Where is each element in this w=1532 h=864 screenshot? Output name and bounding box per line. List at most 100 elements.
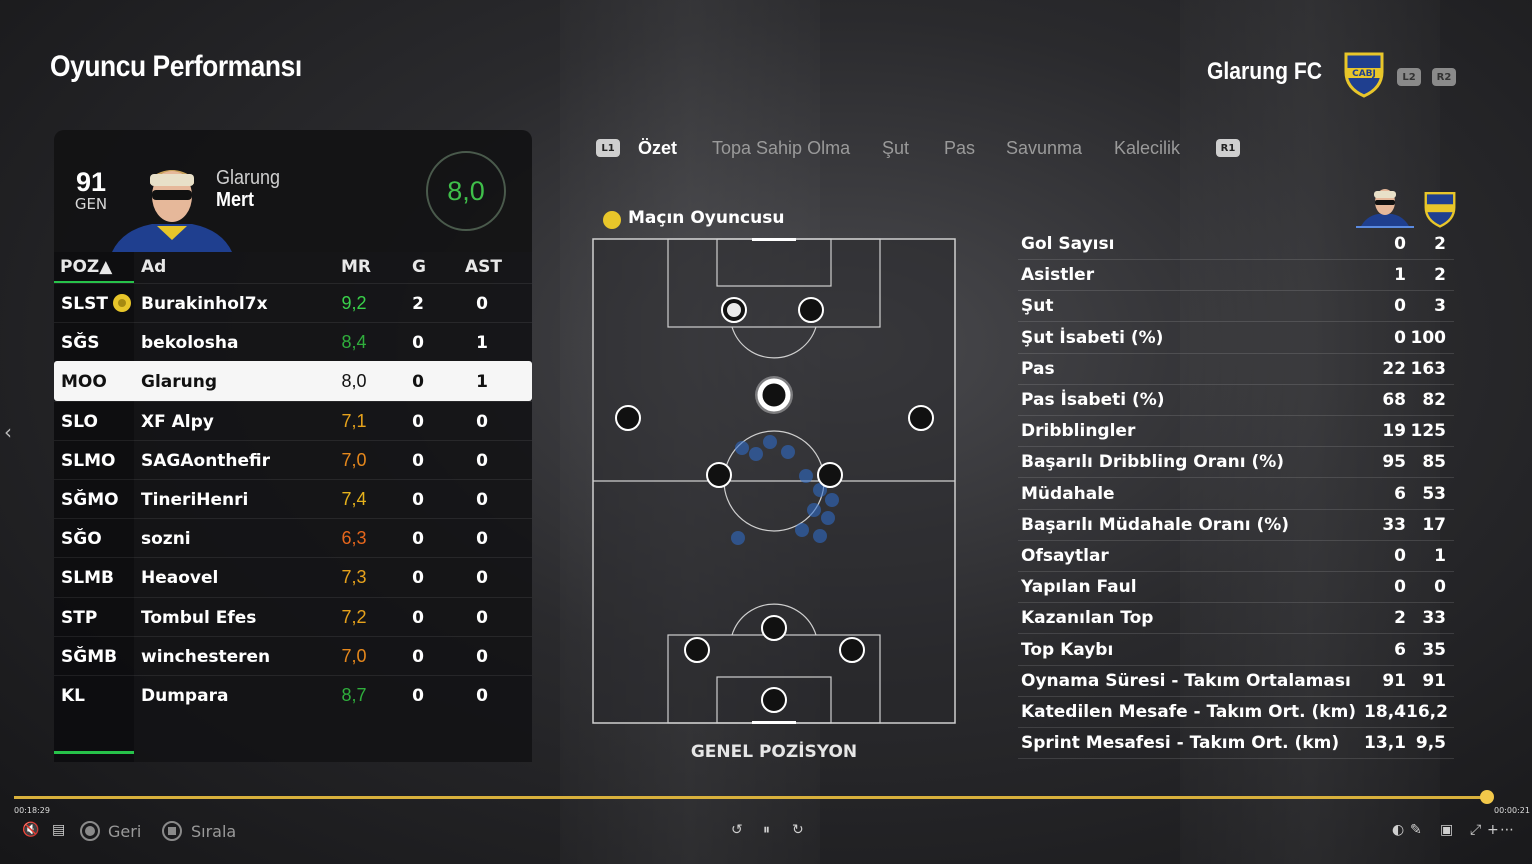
stat-team-value: 125 [1410,421,1447,442]
pen-icon[interactable]: ✎ [1410,822,1422,838]
forward-icon[interactable]: ↻ [792,822,804,838]
stat-team-value: 100 [1410,327,1447,348]
table-row[interactable]: KL Dumpara 8,7 0 0 [54,675,532,715]
row-goals: 0 [412,411,424,432]
row-name: Burakinhol7x [141,294,268,314]
circle-button-icon[interactable] [80,821,100,841]
stat-label: Başarılı Dribbling Oranı (%) [1021,452,1285,473]
subtitles-icon[interactable]: ▤ [52,822,65,838]
team-name: Glarung FC [1207,58,1322,85]
header-g[interactable]: G [412,257,426,277]
position-column-accent [54,751,134,754]
progress-knob[interactable] [1480,790,1494,804]
position-pitch [592,238,956,724]
rewind-icon[interactable]: ↺ [731,822,743,838]
tab-pas[interactable]: Pas [944,138,975,159]
speaker-icon[interactable]: ◐ [1392,822,1404,838]
stat-player-value: 18,4 [1364,702,1406,722]
tab-ozet[interactable]: Özet [638,138,677,159]
header-ast[interactable]: AST [465,257,502,277]
table-row[interactable]: SĞS bekolosha 8,4 0 1 [54,322,532,362]
stat-label: Katedilen Mesafe - Takım Ort. (km) [1021,702,1357,722]
stat-team-value: 85 [1422,452,1446,473]
header-name[interactable]: Ad [141,257,166,277]
stat-player-value: 2 [1394,608,1406,629]
row-assists: 0 [476,686,488,706]
stat-player-value: 0 [1394,296,1406,317]
row-assists: 0 [476,568,488,589]
player-avatar-icon [1356,186,1414,228]
stat-label: Asistler [1021,265,1095,286]
header-pos[interactable]: POZ▲ [60,257,112,277]
chevron-left-icon[interactable]: ‹ [4,420,12,444]
stat-player-value: 0 [1394,577,1406,598]
stat-player-value: 6 [1394,639,1406,660]
row-match-rating: 8,4 [341,332,367,353]
player-marker [839,637,865,663]
screen-icon[interactable]: ▣ [1440,822,1453,838]
motm-ball-icon [113,294,131,312]
sort-label[interactable]: Sırala [191,822,236,841]
tab-sut[interactable]: Şut [882,138,909,159]
row-match-rating: 7,0 [341,645,367,666]
overall-value: 91 [75,167,107,197]
row-name: Dumpara [141,686,229,706]
row-goals: 0 [412,646,424,667]
row-name: winchesteren [141,646,271,667]
stat-label: Pas İsabeti (%) [1021,390,1165,410]
player-marker [684,637,710,663]
table-row[interactable]: SĞMO TineriHenri 7,4 0 0 [54,479,532,519]
tab-topa-sahip-olma[interactable]: Topa Sahip Olma [712,138,850,159]
progress-track[interactable] [14,796,1488,799]
row-position: KL [61,686,86,706]
row-match-rating: 7,2 [341,606,367,627]
back-label[interactable]: Geri [108,822,141,841]
stat-row: Başarılı Müdahale Oranı (%) 33 17 [1018,509,1454,541]
table-row[interactable]: SLST Burakinhol7x 9,2 2 0 [54,283,532,323]
stat-row: Sprint Mesafesi - Takım Ort. (km) 13,1 9,5 [1018,727,1454,760]
r1-button[interactable]: R1 [1216,139,1240,157]
overall-rating: 91 GEN [66,168,116,212]
stat-team-value: 163 [1410,358,1447,379]
row-assists: 0 [476,450,488,471]
r2-button[interactable]: R2 [1432,68,1456,86]
l1-button[interactable]: L1 [596,139,620,157]
table-row[interactable]: SLO XF Alpy 7,1 0 0 [54,400,532,441]
stat-label: Yapılan Faul [1021,577,1137,598]
row-goals: 0 [412,333,424,354]
row-name: Glarung [141,372,218,393]
row-match-rating: 7,0 [341,449,367,470]
row-position: SLMB [61,568,114,589]
more-icon[interactable]: ⋯ [1500,822,1514,838]
table-row[interactable]: STP Tombul Efes 7,2 0 0 [54,596,532,637]
table-row[interactable]: SLMO SAGAonthefir 7,0 0 0 [54,439,532,480]
stat-player-value: 22 [1382,358,1406,379]
player-table: POZ▲ Ad MR G AST SLST Burakinhol7x 9,2 2 0 SĞ… [54,252,532,762]
square-button-icon[interactable] [162,821,182,841]
stat-row: Oynama Süresi - Takım Ortalaması 91 91 [1018,665,1454,697]
stat-row: Ofsaytlar 0 1 [1018,540,1454,572]
player-marker [908,405,934,431]
row-goals: 0 [412,529,424,550]
player-card: 91 GEN Glarung Mert 8,0 [54,130,532,252]
stat-team-value: 53 [1422,483,1446,504]
stat-team-value: 2 [1434,234,1446,254]
selected-player-marker [757,378,791,412]
stat-team-value: 91 [1422,670,1446,691]
mute-icon[interactable]: 🔇 [22,822,39,838]
tab-savunma[interactable]: Savunma [1006,138,1082,159]
stat-label: Başarılı Müdahale Oranı (%) [1021,514,1290,535]
stat-player-value: 0 [1394,546,1406,566]
table-row[interactable]: SĞMB winchesteren 7,0 0 0 [54,635,532,676]
l2-button[interactable]: L2 [1397,68,1421,86]
header-mr[interactable]: MR [341,257,371,277]
pause-icon[interactable]: ⏸ [763,822,770,838]
tab-kalecilik[interactable]: Kalecilik [1114,138,1180,159]
fullscreen-icon[interactable]: ⤢ [1470,822,1481,838]
row-position: SLST [61,294,108,314]
table-row[interactable]: SĞO sozni 6,3 0 0 [54,518,532,558]
table-row[interactable]: SLMB Heaovel 7,3 0 0 [54,557,532,597]
table-row[interactable]: MOO Glarung 8,0 0 1 [54,361,532,402]
add-icon[interactable]: + [1487,822,1499,838]
row-assists: 0 [476,646,488,667]
